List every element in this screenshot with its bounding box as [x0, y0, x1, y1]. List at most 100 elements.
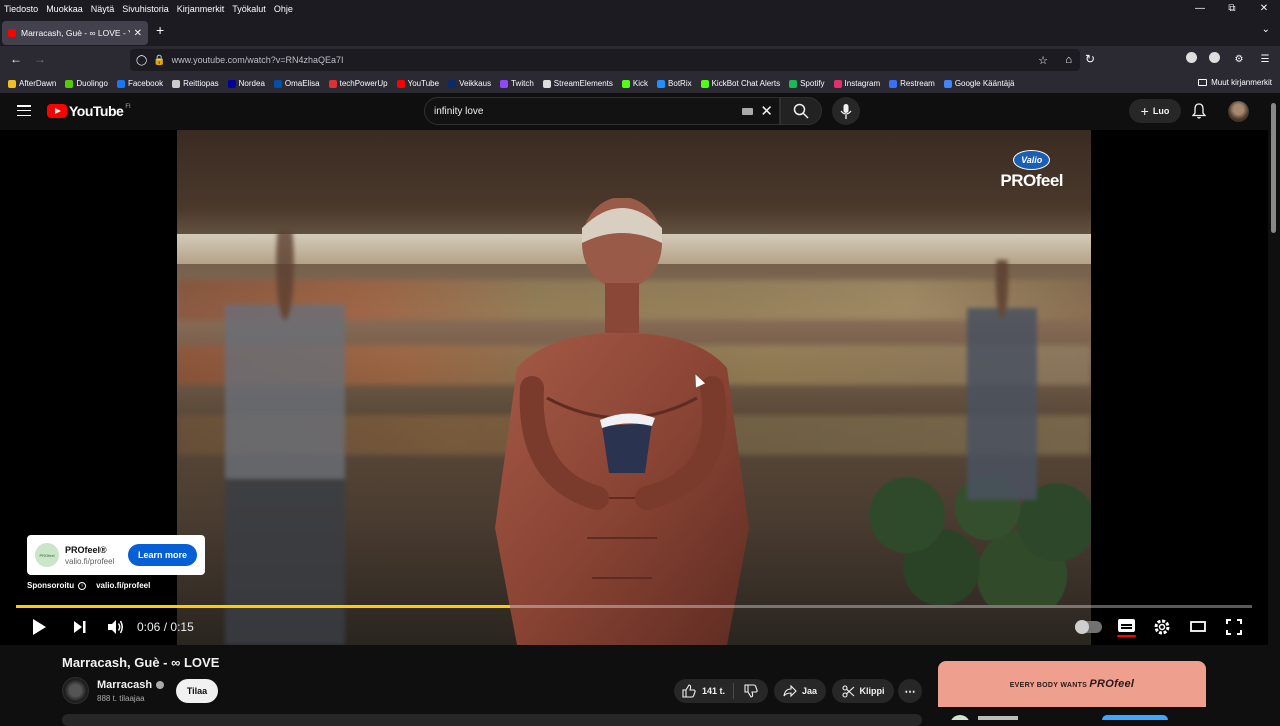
menu-view[interactable]: Näytä: [87, 4, 119, 14]
next-icon[interactable]: [70, 616, 90, 638]
minimize-icon[interactable]: —: [1184, 0, 1216, 18]
fullscreen-icon[interactable]: [1224, 616, 1244, 638]
bookmark-item[interactable]: Restream: [889, 79, 935, 88]
ad-text: PROfeel® valio.fi/profeel: [65, 545, 128, 566]
bookmark-favicon-icon: [8, 79, 16, 88]
extension-2-icon[interactable]: [1209, 52, 1220, 63]
bookmark-item[interactable]: techPowerUp: [328, 79, 388, 88]
subscribe-button[interactable]: Tilaa: [176, 679, 218, 703]
url-text[interactable]: www.youtube.com/watch?v=RN4zhaQEa7I: [172, 55, 344, 65]
forward-icon[interactable]: →: [34, 52, 46, 66]
dislike-button[interactable]: [734, 684, 768, 698]
bookmark-item[interactable]: Facebook: [116, 79, 163, 88]
clip-button[interactable]: Klippi: [832, 679, 894, 703]
ad-link[interactable]: valio.fi/profeel: [96, 581, 150, 590]
bookmark-item[interactable]: StreamElements: [542, 79, 613, 88]
bookmark-item[interactable]: Nordea: [227, 79, 265, 88]
bookmark-item[interactable]: Instagram: [833, 79, 881, 88]
star-icon[interactable]: ☆: [1038, 54, 1048, 67]
channel-avatar[interactable]: [62, 677, 89, 704]
like-button[interactable]: 141 t.: [674, 683, 734, 699]
description-box[interactable]: [62, 714, 922, 726]
ad-card[interactable]: PROfeel PROfeel® valio.fi/profeel Learn …: [27, 535, 205, 575]
bookmark-item[interactable]: Veikkaus: [448, 79, 491, 88]
shield-icon[interactable]: ◯: [136, 55, 147, 66]
address-bar[interactable]: ◯ 🔒 www.youtube.com/watch?v=RN4zhaQEa7I …: [130, 49, 1080, 71]
video-frame[interactable]: Valio PROfeel: [177, 130, 1091, 645]
bookmark-item[interactable]: Kick: [621, 79, 648, 88]
bookmark-item[interactable]: BotRix: [657, 79, 692, 88]
more-actions-icon[interactable]: ⋯: [898, 679, 922, 703]
new-tab-icon[interactable]: +: [156, 22, 164, 38]
share-button[interactable]: Jaa: [774, 679, 826, 703]
bookmark-item[interactable]: Reittiopas: [172, 79, 219, 88]
sidebar-ad[interactable]: EVERY BODY WANTS PROfeel: [938, 661, 1206, 720]
menu-file[interactable]: Tiedosto: [0, 4, 42, 14]
sidebar-ad-avatar: [950, 715, 970, 720]
search-icon: [793, 103, 809, 119]
close-tab-icon[interactable]: ✕: [134, 28, 142, 39]
bookmark-item[interactable]: Duolingo: [65, 79, 108, 88]
notifications-bell-icon[interactable]: [1192, 103, 1206, 119]
voice-search-button[interactable]: [832, 97, 860, 125]
bookmark-item[interactable]: OmaElisa: [273, 79, 320, 88]
settings-gear-icon[interactable]: [1152, 616, 1172, 638]
reload-icon[interactable]: ↻: [1085, 52, 1095, 66]
ad-thumbnail[interactable]: PROfeel: [35, 543, 59, 567]
extensions-puzzle-icon[interactable]: ⚙: [1232, 52, 1246, 66]
info-icon[interactable]: i: [78, 581, 87, 590]
keyboard-icon[interactable]: [742, 108, 753, 115]
channel-name[interactable]: Marracash: [97, 679, 152, 691]
page-scrollbar[interactable]: [1268, 93, 1280, 720]
create-button[interactable]: + Luo: [1129, 99, 1181, 123]
account-avatar[interactable]: [1228, 101, 1249, 122]
play-icon[interactable]: [29, 616, 49, 638]
search-input[interactable]: infinity love ✕: [424, 97, 780, 125]
video-player[interactable]: Valio PROfeel PROfeel PROfeel® valio.fi/…: [0, 130, 1268, 645]
bookmark-item[interactable]: Twitch: [500, 79, 534, 88]
microphone-icon: [840, 103, 852, 119]
bookmark-item[interactable]: Google Kääntäjä: [943, 79, 1014, 88]
theater-mode-icon[interactable]: [1188, 616, 1208, 638]
ad-title[interactable]: PROfeel®: [65, 545, 128, 555]
search-button[interactable]: [780, 97, 822, 125]
close-window-icon[interactable]: ✕: [1248, 0, 1280, 18]
menu-help[interactable]: Ohje: [270, 4, 297, 14]
menu-tools[interactable]: Työkalut: [228, 4, 270, 14]
app-menu-icon[interactable]: ☰: [1258, 52, 1272, 66]
bookmark-label: Instagram: [844, 79, 881, 88]
menu-icon[interactable]: [17, 105, 31, 116]
volume-icon[interactable]: [105, 616, 125, 638]
other-bookmarks[interactable]: Muut kirjanmerkit: [1198, 78, 1272, 87]
bookmark-item[interactable]: Spotify: [789, 79, 825, 88]
back-icon[interactable]: ←: [10, 52, 22, 66]
bookmark-item[interactable]: YouTube: [396, 79, 439, 88]
restore-icon[interactable]: ⧉: [1216, 0, 1248, 18]
bookmark-item[interactable]: KickBot Chat Alerts: [700, 79, 780, 88]
country-code: FI: [125, 104, 131, 110]
clear-search-icon[interactable]: ✕: [760, 102, 773, 120]
subtitles-icon[interactable]: [1118, 619, 1135, 632]
youtube-logo[interactable]: YouTube FI: [47, 103, 131, 119]
scrollbar-thumb[interactable]: [1271, 103, 1276, 233]
learn-more-button[interactable]: Learn more: [127, 544, 197, 566]
channel-name-row[interactable]: Marracash: [97, 679, 165, 691]
home-icon[interactable]: ⌂: [1065, 54, 1072, 66]
verified-icon: [156, 681, 165, 689]
chevron-down-icon[interactable]: ⌄: [1262, 24, 1270, 35]
extension-1-icon[interactable]: [1186, 52, 1197, 63]
search-query[interactable]: infinity love: [434, 106, 483, 117]
bookmark-item[interactable]: AfterDawn: [8, 79, 56, 88]
autoplay-toggle[interactable]: [1075, 620, 1102, 634]
bookmark-favicon-icon: [657, 79, 666, 88]
progress-bar[interactable]: [16, 605, 1252, 608]
tab-youtube[interactable]: Marracash, Guè - ∞ LOVE - You ✕: [2, 21, 148, 45]
menu-history[interactable]: Sivuhistoria: [118, 4, 173, 14]
menu-bookmarks[interactable]: Kirjanmerkit: [173, 4, 229, 14]
sidebar-ad-cta-button[interactable]: [1102, 715, 1168, 720]
sidebar-ad-title: [978, 716, 1018, 720]
ad-url: valio.fi/profeel: [65, 556, 115, 566]
youtube-header: YouTube FI infinity love ✕ + Luo: [0, 93, 1280, 130]
lock-icon[interactable]: 🔒: [153, 55, 165, 66]
menu-edit[interactable]: Muokkaa: [42, 4, 87, 14]
